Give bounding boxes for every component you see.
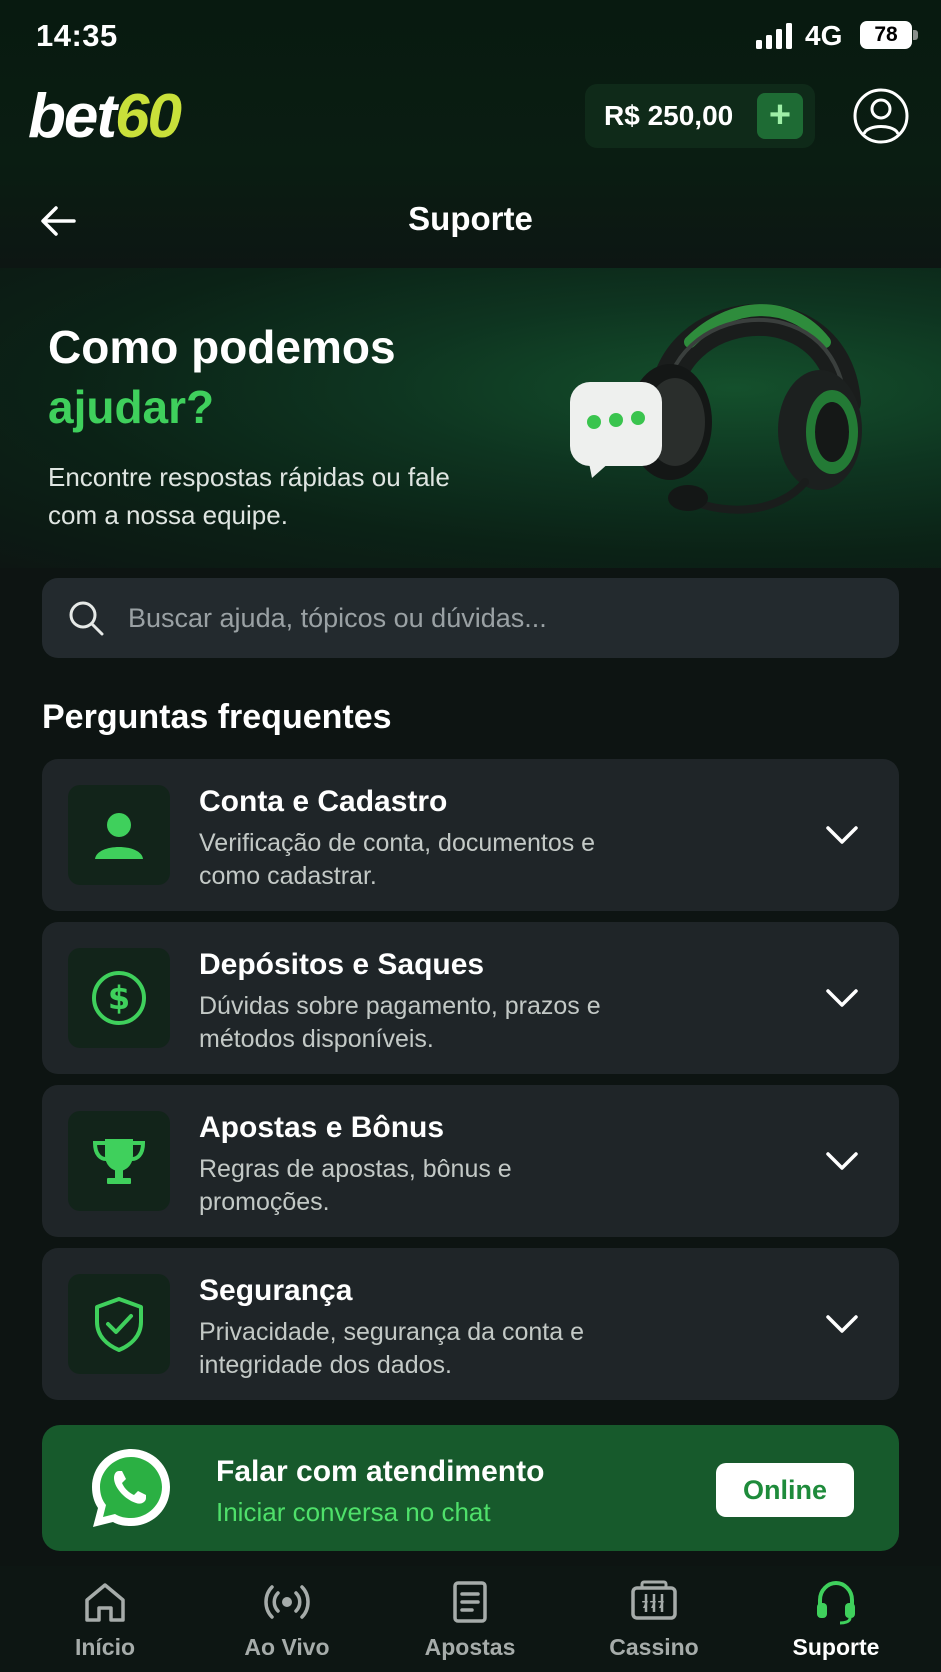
faq-item-conta[interactable]: Conta e Cadastro Verificação de conta, d… xyxy=(42,759,899,911)
faq-item-description: Privacidade, segurança da conta e integr… xyxy=(199,1318,584,1379)
hero-title-line1: Como podemos xyxy=(48,321,396,373)
live-broadcast-icon xyxy=(264,1585,310,1619)
chevron-down-icon[interactable] xyxy=(822,978,862,1018)
balance-amount: R$ 250,00 xyxy=(604,100,734,131)
tab-label: Apostas xyxy=(424,1634,516,1660)
faq-item-description: Regras de apostas, bônus e promoções. xyxy=(199,1155,512,1216)
chat-subtitle: Iniciar conversa no chat xyxy=(216,1497,491,1527)
search-icon xyxy=(69,601,104,636)
faq-icon-box: $ xyxy=(68,948,170,1048)
svg-text:7: 7 xyxy=(650,1600,657,1611)
tab-cassino[interactable]: 7 7 7 Cassino xyxy=(569,1566,739,1672)
tab-label: Cassino xyxy=(609,1634,699,1660)
svg-text:7: 7 xyxy=(658,1600,665,1611)
faq-item-description: Dúvidas sobre pagamento, prazos e método… xyxy=(199,992,601,1053)
status-bar: 14:35 4G 78 xyxy=(0,0,941,72)
online-status-button[interactable]: Online xyxy=(716,1463,854,1517)
signal-icon xyxy=(756,23,792,49)
bet60-logo[interactable]: bet60 xyxy=(28,82,182,151)
tab-label: Início xyxy=(74,1634,136,1660)
status-time: 14:35 xyxy=(36,18,118,53)
home-icon xyxy=(85,1583,125,1622)
faq-icon-box xyxy=(68,785,170,885)
faq-section-title: Perguntas frequentes xyxy=(42,698,392,736)
headset-icon xyxy=(817,1580,855,1625)
tab-inicio[interactable]: Início xyxy=(20,1566,190,1672)
faq-item-title: Segurança xyxy=(199,1274,353,1307)
faq-item-depositos[interactable]: $ Depósitos e Saques Dúvidas sobre pagam… xyxy=(42,922,899,1074)
faq-item-seguranca[interactable]: Segurança Privacidade, segurança da cont… xyxy=(42,1248,899,1400)
chevron-down-icon[interactable] xyxy=(822,1304,862,1344)
chevron-down-icon[interactable] xyxy=(822,1141,862,1181)
bet-slip-icon xyxy=(453,1581,487,1623)
trophy-icon xyxy=(92,1139,146,1184)
search-bar[interactable] xyxy=(42,578,899,658)
hero-title-line2: ajudar? xyxy=(48,381,215,433)
faq-item-apostas[interactable]: Apostas e Bônus Regras de apostas, bônus… xyxy=(42,1085,899,1237)
nav-bar: Suporte xyxy=(0,178,941,268)
hero-subtitle: Encontre respostas rápidas ou fale com a… xyxy=(48,462,450,530)
faq-item-title: Conta e Cadastro xyxy=(199,785,448,818)
tab-label: Suporte xyxy=(792,1634,880,1660)
tab-apostas[interactable]: Apostas xyxy=(385,1566,555,1672)
page-title: Suporte xyxy=(408,200,533,237)
add-funds-button[interactable]: + xyxy=(757,93,803,139)
faq-icon-box xyxy=(68,1274,170,1374)
balance-widget[interactable]: R$ 250,00 + xyxy=(585,84,815,148)
profile-icon[interactable] xyxy=(852,87,910,145)
tab-suporte[interactable]: Suporte xyxy=(751,1566,921,1672)
faq-icon-box xyxy=(68,1111,170,1211)
shield-check-icon xyxy=(95,1297,143,1352)
dollar-circle-icon: $ xyxy=(92,971,146,1025)
bottom-tab-bar: Início Ao Vivo Apostas 7 7 7 Cassino Sup… xyxy=(0,1566,941,1672)
battery-icon: 78 xyxy=(860,21,912,49)
logo-accent: 60 xyxy=(115,82,182,151)
chat-support-banner[interactable]: Falar com atendimento Iniciar conversa n… xyxy=(42,1425,899,1551)
svg-text:7: 7 xyxy=(642,1600,649,1611)
faq-item-title: Apostas e Bônus xyxy=(199,1111,445,1144)
battery-tip xyxy=(913,30,918,40)
person-icon xyxy=(95,813,143,859)
whatsapp-icon xyxy=(92,1449,170,1527)
chat-title: Falar com atendimento xyxy=(216,1455,545,1488)
svg-text:$: $ xyxy=(108,979,130,1017)
search-input[interactable] xyxy=(128,596,868,640)
logo-main: bet xyxy=(28,82,117,151)
headset-illustration xyxy=(570,304,862,514)
faq-item-description: Verificação de conta, documentos e como … xyxy=(199,829,596,890)
chevron-down-icon[interactable] xyxy=(822,815,862,855)
network-type: 4G xyxy=(805,20,843,51)
faq-item-title: Depósitos e Saques xyxy=(199,948,485,981)
tab-ao-vivo[interactable]: Ao Vivo xyxy=(202,1566,372,1672)
tab-label: Ao Vivo xyxy=(244,1634,330,1660)
slot-machine-icon: 7 7 7 xyxy=(631,1580,677,1620)
